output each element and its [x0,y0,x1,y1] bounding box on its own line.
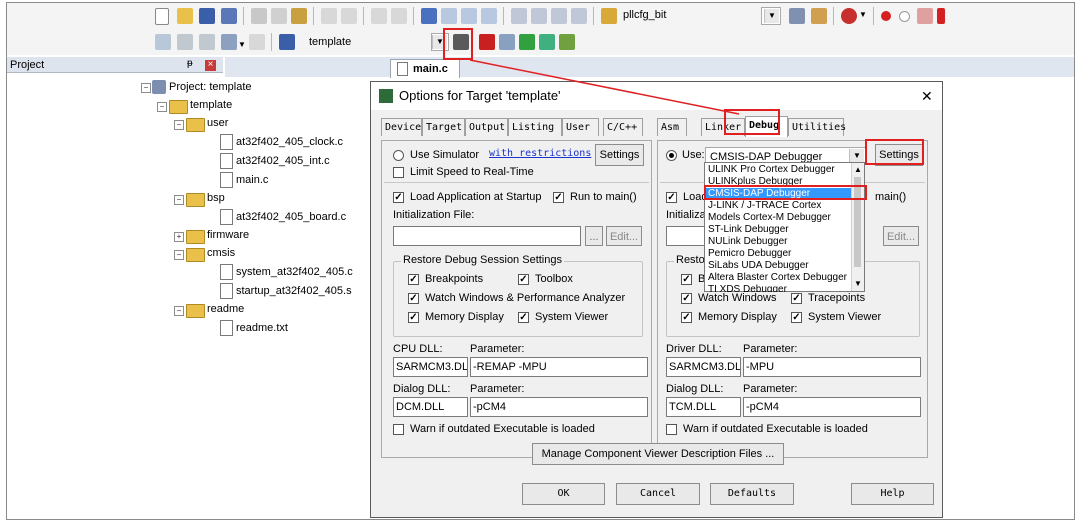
arrow-line [469,59,740,115]
annotation-arrow [469,59,740,115]
screenshot-frame: pllcfg_bit ▼ ▼ ▼ template ▼ Project ᵽ × [6,2,1075,520]
